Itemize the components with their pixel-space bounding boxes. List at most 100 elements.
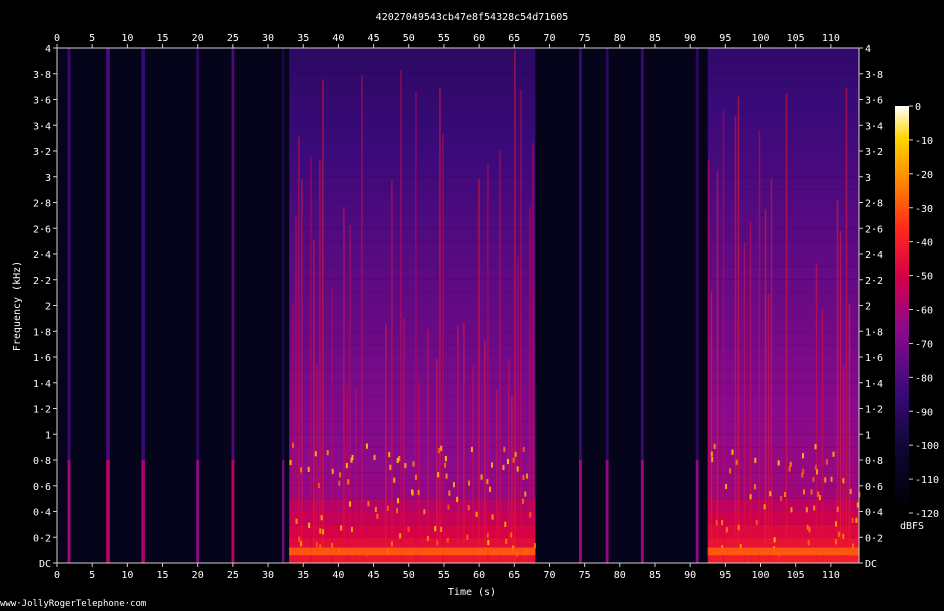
energy-streak: [821, 309, 824, 563]
formant-mark: [812, 476, 815, 482]
dense-region-band: [289, 73, 536, 87]
y-tick-label-right: 2·2: [865, 276, 883, 287]
y-tick-label-left: DC: [39, 559, 51, 570]
low-band-mark: [289, 547, 536, 556]
x-axis-top: 0 5 10 15 20 25 30 35 40 45 50 55 60 65 70 75 80 85 90 95 10…: [54, 33, 840, 48]
formant-mark: [522, 446, 525, 453]
x-tick-label-top: 5: [89, 33, 95, 44]
energy-streak: [403, 317, 405, 563]
dense-region-band: [289, 511, 536, 525]
formant-mark: [512, 457, 515, 463]
formant-mark: [315, 542, 318, 548]
formant-mark: [780, 495, 783, 501]
energy-streak: [346, 387, 348, 563]
energy-streak: [310, 156, 312, 563]
spectrogram-chart: 42027049543cb47e8f54328c54d71605 0 5 10 15 2…: [12, 12, 939, 598]
x-tick-label-top: 70: [543, 33, 555, 44]
formant-mark: [295, 518, 298, 524]
dense-region-band: [707, 202, 859, 216]
energy-streak: [331, 288, 333, 563]
formant-mark: [320, 515, 323, 521]
x-tick-label-bottom: 5: [89, 570, 95, 581]
dense-region-band: [289, 292, 536, 306]
dense-region-band: [289, 266, 536, 280]
event-low-energy: [67, 460, 71, 563]
formant-mark: [491, 514, 494, 520]
y-tick-label-right: 2·8: [865, 199, 883, 210]
x-tick-label-top: 55: [438, 33, 450, 44]
colorbar-tick-label: -10: [915, 136, 933, 147]
energy-streak: [301, 179, 303, 563]
formant-mark: [326, 450, 329, 456]
formant-mark: [816, 469, 819, 475]
formant-mark: [322, 529, 325, 535]
formant-mark: [300, 541, 303, 547]
formant-mark: [522, 474, 525, 480]
energy-streak: [298, 136, 300, 563]
y-tick-label-right: 3·6: [865, 96, 883, 107]
event-low-energy: [106, 460, 110, 563]
formant-mark: [801, 453, 804, 459]
colorbar-tick-label: -110: [915, 475, 939, 486]
x-tick-label-bottom: 75: [579, 570, 591, 581]
x-tick-label-top: 25: [227, 33, 239, 44]
dense-region-band: [289, 138, 536, 151]
formant-mark: [489, 486, 492, 492]
energy-streak: [436, 358, 438, 563]
x-tick-label-bottom: 35: [297, 570, 309, 581]
x-tick-label-bottom: 85: [649, 570, 661, 581]
formant-mark: [456, 496, 459, 503]
formant-mark: [737, 524, 740, 531]
footer-website: www·JollyRogerTelephone·com: [0, 599, 147, 609]
energy-streak: [472, 365, 474, 563]
formant-mark: [440, 445, 443, 451]
dense-region-band: [289, 447, 536, 460]
formant-mark: [725, 483, 728, 490]
formant-mark: [524, 491, 527, 497]
formant-mark: [810, 489, 813, 495]
y-tick-label-right: 1·4: [865, 379, 883, 390]
dense-region-band: [707, 408, 859, 422]
energy-streak: [499, 151, 501, 563]
formant-mark: [486, 532, 489, 538]
energy-streak: [343, 207, 345, 563]
x-tick-label-top: 75: [579, 33, 591, 44]
formant-mark: [426, 535, 429, 542]
formant-mark: [842, 533, 845, 540]
x-tick-label-top: 45: [368, 33, 380, 44]
x-tick-label-top: 40: [332, 33, 344, 44]
formant-mark: [710, 451, 713, 457]
energy-streak: [418, 380, 420, 563]
x-tick-label-bottom: 50: [403, 570, 415, 581]
energy-streak: [400, 69, 402, 563]
formant-mark: [452, 482, 455, 488]
dense-region-band: [707, 344, 859, 357]
dense-region-band: [289, 86, 536, 100]
y-tick-label-right: 3·4: [865, 121, 883, 132]
dense-region-band: [707, 138, 859, 151]
formant-mark: [440, 526, 443, 532]
dense-region-band: [707, 228, 859, 242]
formant-mark: [398, 455, 401, 462]
dense-region-band: [289, 228, 536, 242]
dense-region-band: [289, 498, 536, 512]
x-tick-label-top: 100: [751, 33, 769, 44]
x-tick-label-top: 50: [403, 33, 415, 44]
x-tick-label-top: 35: [297, 33, 309, 44]
y-tick-label-left: 0·8: [33, 456, 51, 467]
x-tick-label-top: 65: [508, 33, 520, 44]
formant-mark: [711, 456, 714, 463]
formant-mark: [351, 454, 354, 461]
formant-mark: [504, 521, 507, 527]
x-tick-label-top: 85: [649, 33, 661, 44]
formant-mark: [813, 505, 816, 511]
energy-streak: [349, 225, 351, 563]
x-tick-label-bottom: 105: [787, 570, 805, 581]
energy-streak: [767, 294, 770, 563]
formant-mark: [769, 491, 772, 497]
energy-streak: [496, 389, 498, 563]
formant-mark: [446, 537, 449, 543]
formant-mark: [526, 473, 529, 479]
y-tick-label-right: 0·2: [865, 533, 883, 544]
dense-region-band: [707, 421, 859, 435]
